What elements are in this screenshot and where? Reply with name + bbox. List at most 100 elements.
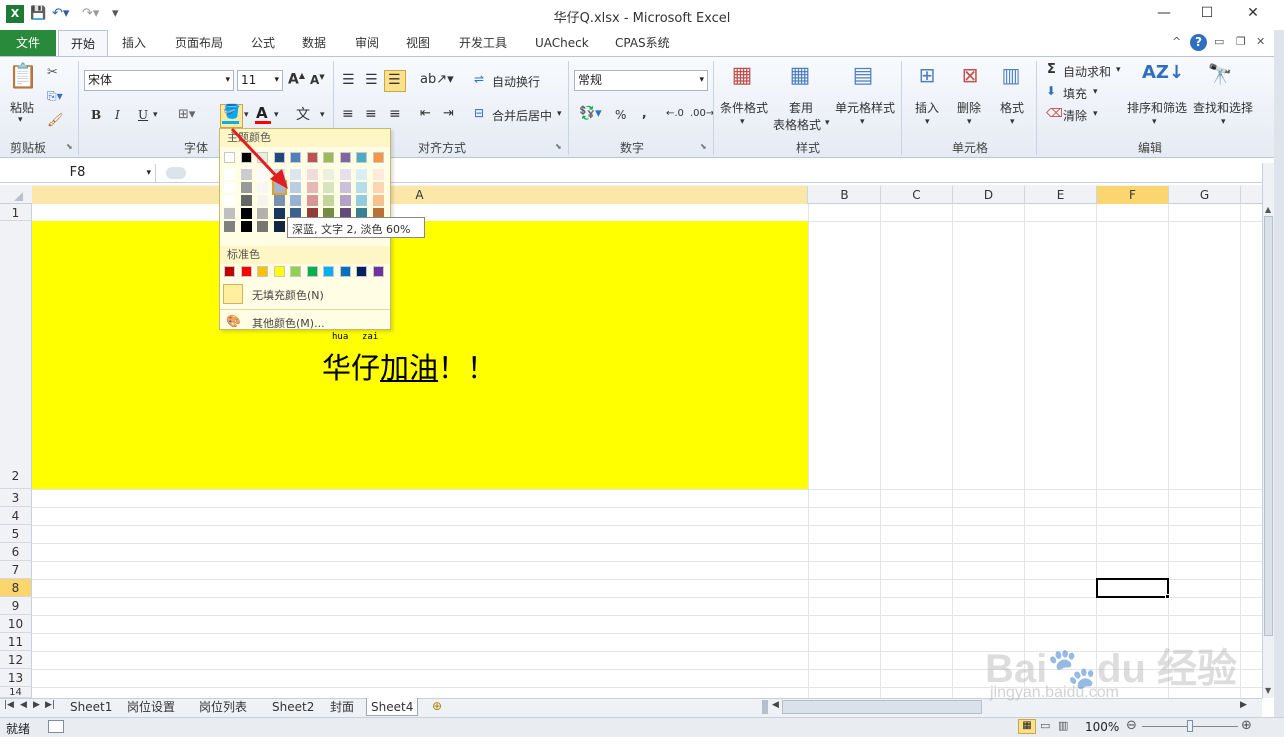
- column-header-d[interactable]: D: [953, 186, 1025, 204]
- theme-color-swatch[interactable]: [323, 152, 334, 163]
- formula-bar-handle[interactable]: [166, 167, 186, 179]
- merge-center-button[interactable]: 合并后居中: [492, 107, 552, 124]
- standard-color-swatch[interactable]: [306, 266, 318, 277]
- theme-color-swatch[interactable]: [372, 152, 384, 163]
- zoom-out-icon[interactable]: ⊖: [1126, 718, 1137, 733]
- standard-color-swatch[interactable]: [224, 266, 235, 277]
- sheet-tab-gangwei-shezhi[interactable]: 岗位设置: [123, 698, 179, 716]
- accounting-format-icon[interactable]: 💱▾: [579, 106, 602, 121]
- theme-color-swatch[interactable]: [240, 221, 252, 232]
- row-header-2[interactable]: 2: [0, 221, 32, 489]
- row-header-4[interactable]: 4: [0, 507, 32, 525]
- autosum-icon[interactable]: Σ: [1047, 62, 1056, 77]
- format-cells-button[interactable]: 格式: [1000, 99, 1024, 116]
- find-dropdown-icon[interactable]: ▾: [1221, 117, 1226, 127]
- wrap-text-icon[interactable]: ⇌: [474, 72, 484, 86]
- tab-page-layout[interactable]: 页面布局: [167, 30, 231, 56]
- sort-dropdown-icon[interactable]: ▾: [1152, 117, 1157, 127]
- column-header-g[interactable]: G: [1169, 186, 1241, 204]
- alignment-launcher-icon[interactable]: ⬊: [555, 142, 562, 151]
- row-header-6[interactable]: 6: [0, 543, 32, 561]
- find-select-button[interactable]: 查找和选择: [1193, 99, 1253, 116]
- zoom-slider-thumb[interactable]: [1187, 720, 1193, 732]
- phonetic-dropdown-icon[interactable]: ▾: [320, 110, 325, 120]
- decrease-indent-icon[interactable]: ⇤: [420, 106, 431, 121]
- format-as-table-label[interactable]: 表格格式: [773, 116, 821, 133]
- merge-dropdown-icon[interactable]: ▾: [557, 109, 562, 119]
- format-dropdown-icon[interactable]: ▾: [1010, 117, 1015, 127]
- italic-button[interactable]: I: [115, 108, 120, 122]
- chevron-down-icon[interactable]: ▾: [146, 164, 151, 182]
- workbook-close-icon[interactable]: ✕: [1256, 35, 1265, 48]
- copy-icon[interactable]: ⎘▾: [47, 89, 63, 104]
- name-box[interactable]: F8 ▾: [0, 164, 156, 182]
- tab-cpas[interactable]: CPAS系统: [607, 30, 678, 56]
- eraser-icon[interactable]: ⌫: [1046, 106, 1063, 120]
- font-size-box[interactable]: 11 ▾: [237, 70, 283, 91]
- align-left-icon[interactable]: ≡: [342, 106, 354, 122]
- chevron-down-icon[interactable]: ▾: [699, 71, 704, 90]
- align-middle-icon[interactable]: ☰: [365, 72, 378, 88]
- theme-color-swatch[interactable]: [257, 195, 268, 206]
- prev-sheet-icon[interactable]: ◀: [20, 700, 27, 710]
- tab-view[interactable]: 视图: [398, 30, 438, 56]
- scroll-up-icon[interactable]: ▲: [1265, 205, 1271, 214]
- scroll-right-icon[interactable]: ▶: [1240, 700, 1247, 710]
- bold-button[interactable]: B: [91, 108, 101, 122]
- tab-developer[interactable]: 开发工具: [451, 30, 515, 56]
- chevron-down-icon[interactable]: ▾: [225, 71, 230, 90]
- format-as-table-button[interactable]: 套用: [789, 99, 813, 116]
- standard-color-swatch[interactable]: [257, 266, 268, 277]
- zoom-level[interactable]: 100%: [1085, 720, 1119, 734]
- conditional-dropdown-icon[interactable]: ▾: [740, 117, 745, 127]
- theme-color-swatch[interactable]: [306, 195, 318, 206]
- chevron-down-icon[interactable]: ▾: [274, 71, 279, 90]
- font-color-icon[interactable]: A: [256, 104, 268, 122]
- merge-center-icon[interactable]: ⊟: [474, 106, 484, 120]
- shrink-font-icon[interactable]: A▼: [310, 73, 325, 87]
- standard-color-swatch[interactable]: [323, 266, 334, 277]
- more-colors-option[interactable]: 🎨 其他颜色(M)...: [220, 309, 390, 335]
- row-header-10[interactable]: 10: [0, 615, 32, 633]
- column-header-c[interactable]: C: [881, 186, 953, 204]
- theme-color-swatch[interactable]: [356, 182, 367, 193]
- row-header-7[interactable]: 7: [0, 561, 32, 579]
- tab-uacheck[interactable]: UACheck: [527, 30, 597, 56]
- workbook-minimize-icon[interactable]: ▭: [1214, 35, 1224, 48]
- theme-color-swatch[interactable]: [306, 169, 318, 180]
- paste-button[interactable]: 粘贴: [10, 99, 34, 116]
- font-name-box[interactable]: 宋体 ▾: [84, 70, 234, 91]
- scroll-thumb[interactable]: [1264, 216, 1273, 636]
- cut-icon[interactable]: ✂: [47, 65, 58, 80]
- fill-dropdown-icon[interactable]: ▾: [244, 110, 249, 120]
- underline-button[interactable]: U: [138, 108, 148, 122]
- theme-color-swatch[interactable]: [356, 152, 367, 163]
- standard-color-swatch[interactable]: [356, 266, 367, 277]
- row-header-13[interactable]: 13: [0, 669, 32, 687]
- next-sheet-icon[interactable]: ▶: [33, 700, 40, 710]
- theme-color-swatch[interactable]: [323, 169, 334, 180]
- sheet-tab-sheet4[interactable]: Sheet4: [366, 698, 419, 716]
- theme-color-swatch[interactable]: [339, 195, 351, 206]
- orientation-icon[interactable]: ab↗▾: [420, 72, 454, 87]
- row-header-1[interactable]: 1: [0, 204, 32, 221]
- tab-insert[interactable]: 插入: [114, 30, 154, 56]
- conditional-format-button[interactable]: 条件格式: [720, 99, 768, 116]
- grow-font-icon[interactable]: A▲: [288, 71, 305, 88]
- sheet-tab-sheet2[interactable]: Sheet2: [268, 698, 318, 716]
- format-painter-icon[interactable]: 🖌: [47, 113, 64, 128]
- increase-indent-icon[interactable]: ⇥: [443, 106, 454, 121]
- delete-cells-button[interactable]: 删除: [957, 99, 981, 116]
- select-all-icon[interactable]: [14, 192, 23, 201]
- decrease-decimal-icon[interactable]: .00→: [690, 108, 714, 119]
- minimize-button[interactable]: —: [1154, 5, 1174, 21]
- fill-down-icon[interactable]: ⬇: [1046, 84, 1056, 98]
- number-launcher-icon[interactable]: ⬊: [700, 142, 707, 151]
- theme-color-swatch[interactable]: [339, 182, 351, 193]
- fill-button[interactable]: 填充: [1063, 85, 1087, 102]
- standard-color-swatch[interactable]: [290, 266, 301, 277]
- underline-dropdown-icon[interactable]: ▾: [153, 110, 158, 120]
- increase-decimal-icon[interactable]: ←.0: [666, 108, 684, 119]
- theme-color-swatch[interactable]: [224, 221, 235, 232]
- column-header-f[interactable]: F: [1097, 186, 1169, 204]
